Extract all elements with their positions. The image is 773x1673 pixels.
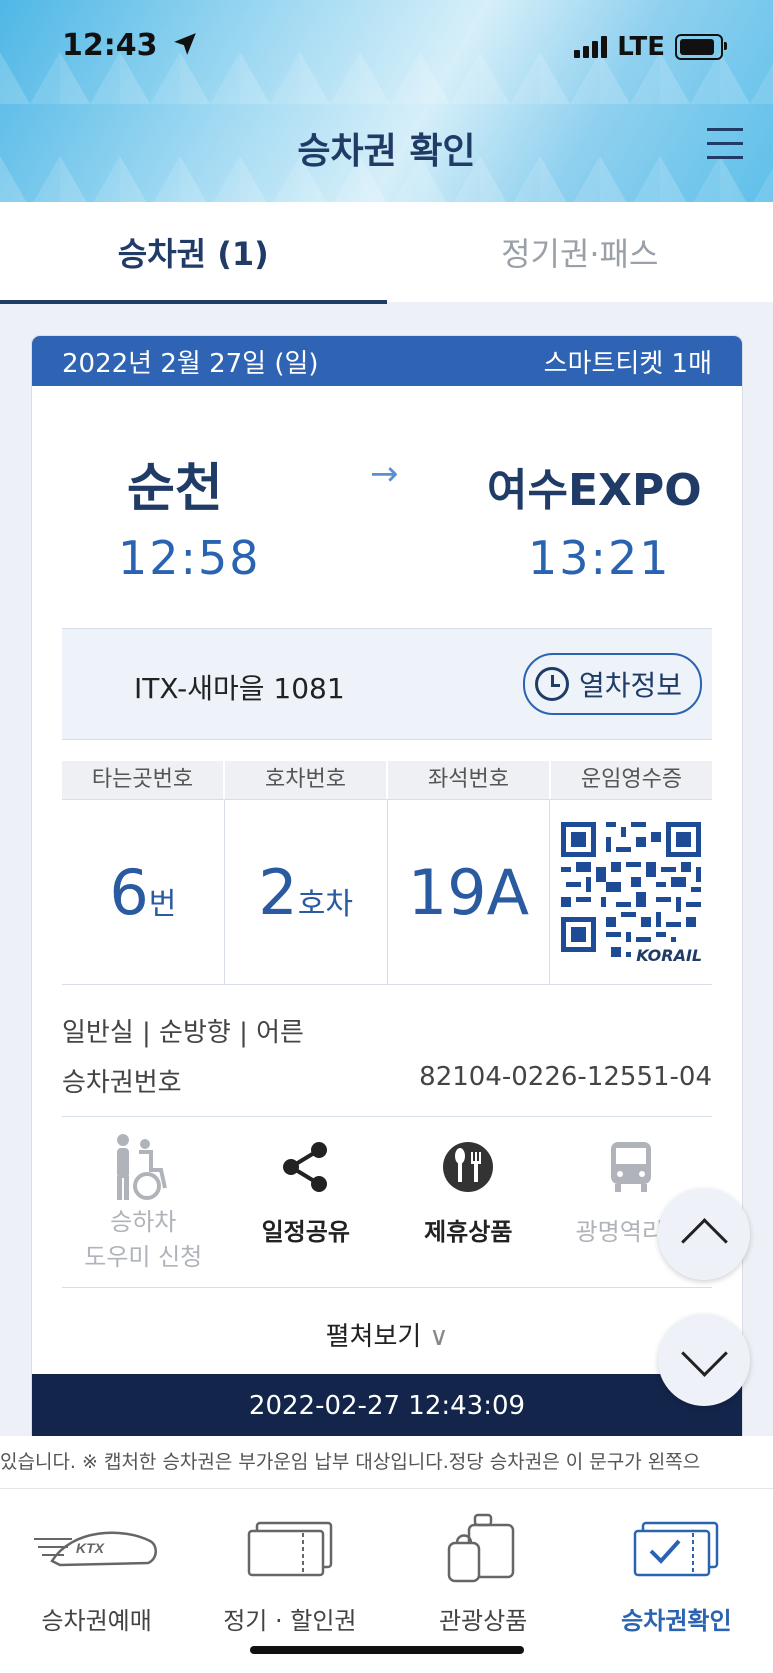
- header-car: 호차번호: [225, 761, 388, 799]
- ktx-train-icon: KTX: [33, 1531, 157, 1567]
- network-label: LTE: [617, 32, 665, 62]
- korail-logo: KORAIL: [634, 946, 705, 965]
- menu-icon[interactable]: [707, 128, 743, 170]
- departure-station: 순천: [127, 459, 223, 519]
- train-info-row: ITX-새마을 1081 열차정보: [62, 628, 712, 740]
- ticket-type: 스마트티켓 1매: [543, 348, 712, 379]
- nav-label: 승차권확인: [621, 1607, 732, 1635]
- tab-tickets[interactable]: 승차권 (1): [0, 202, 387, 304]
- car-number: 2: [258, 855, 298, 929]
- assistance-label-2: 도우미 신청: [84, 1243, 203, 1271]
- ticket-actions: 승하차 도우미 신청 일정공유 제휴상품 광명역리무: [62, 1132, 712, 1271]
- page-title: 승차권 확인: [297, 131, 476, 172]
- scroll-down-button[interactable]: [658, 1314, 750, 1406]
- ticket-number: 82104-0226-12551-04: [419, 1062, 712, 1092]
- chevron-down-icon: [680, 1329, 728, 1377]
- ticket-icon: [247, 1521, 333, 1577]
- train-info-label: 열차정보: [578, 669, 682, 702]
- ticket-card: 2022년 2월 27일 (일) 스마트티켓 1매 순천 → 여수EXPO 12…: [32, 336, 742, 1436]
- header-platform: 타는곳번호: [62, 761, 225, 799]
- arrival-time: 13:21: [528, 531, 671, 585]
- signal-icon: [574, 36, 608, 58]
- nav-label: 승차권예매: [41, 1607, 152, 1635]
- seat-grid-body: 6 번 2 호차 19A KORAIL: [62, 799, 712, 985]
- divider: [62, 1287, 712, 1288]
- nav-ticket-booking[interactable]: KTX 승차권예매: [0, 1489, 193, 1673]
- status-time: 12:43: [62, 28, 198, 63]
- luggage-icon: [447, 1513, 515, 1583]
- platform-unit: 번: [148, 887, 177, 922]
- seat-grid: 타는곳번호 호차번호 좌석번호 운임영수증 6 번 2 호차 19A KORAI…: [62, 761, 712, 985]
- qr-code[interactable]: KORAIL: [556, 817, 707, 967]
- qr-code-graphic: [556, 817, 707, 967]
- car-unit: 호차: [297, 887, 353, 922]
- share-schedule-button[interactable]: 일정공유: [225, 1132, 388, 1262]
- tab-bar: 승차권 (1) 정기권·패스: [0, 202, 773, 304]
- nav-label: 정기 · 할인권: [223, 1607, 357, 1635]
- ticket-header: 2022년 2월 27일 (일) 스마트티켓 1매: [32, 336, 742, 386]
- share-icon: [282, 1142, 327, 1192]
- platform-cell: 6 번: [62, 800, 225, 984]
- arrival-station: 여수EXPO: [487, 465, 702, 516]
- ticket-check-icon: [634, 1521, 719, 1577]
- partner-products-button[interactable]: 제휴상품: [387, 1132, 550, 1262]
- expand-button[interactable]: 펼쳐보기 ∨: [32, 1316, 742, 1353]
- departure-time: 12:58: [118, 531, 261, 585]
- platform-number: 6: [109, 855, 149, 929]
- car-cell: 2 호차: [225, 800, 388, 984]
- header-seat: 좌석번호: [388, 761, 551, 799]
- arrow-right-icon: →: [370, 454, 399, 494]
- scroll-up-button[interactable]: [658, 1188, 750, 1280]
- location-arrow-icon: [174, 33, 196, 55]
- seat-details: 일반실 | 순방향 | 어른: [62, 1018, 304, 1048]
- assistance-label-1: 승하차: [110, 1208, 177, 1236]
- share-label: 일정공유: [261, 1218, 350, 1246]
- receipt-cell[interactable]: KORAIL: [550, 800, 712, 984]
- train-name: ITX-새마을 1081: [134, 672, 345, 705]
- nav-ticket-check[interactable]: 승차권확인: [580, 1489, 773, 1673]
- nav-label: 관광상품: [438, 1607, 528, 1635]
- ticket-date: 2022년 2월 27일 (일): [62, 348, 319, 379]
- seat-number: 19A: [407, 855, 530, 929]
- svg-text:KTX: KTX: [76, 1540, 106, 1556]
- header-receipt: 운임영수증: [580, 767, 683, 792]
- bus-icon: [610, 1142, 651, 1192]
- wheelchair-icon: [117, 1134, 168, 1200]
- divider: [62, 1116, 712, 1117]
- chevron-up-icon: [680, 1217, 728, 1265]
- ticket-timestamp: 2022-02-27 12:43:09: [32, 1374, 742, 1436]
- home-indicator: [250, 1646, 524, 1654]
- partner-label: 제휴상품: [424, 1218, 513, 1246]
- warning-marquee: 있습니다. ※ 캡처한 승차권은 부가운임 납부 대상입니다.정당 승차권은 이…: [0, 1436, 773, 1489]
- seat-cell: 19A: [388, 800, 551, 984]
- train-info-button[interactable]: 열차정보: [522, 653, 702, 715]
- ticket-number-label: 승차권번호: [62, 1068, 182, 1098]
- dining-icon: [443, 1142, 494, 1192]
- battery-icon: [675, 34, 727, 60]
- clock-icon: [534, 667, 569, 701]
- chevron-down-icon: ∨: [429, 1322, 449, 1352]
- assistance-request-button[interactable]: 승하차 도우미 신청: [62, 1132, 225, 1271]
- tab-passes[interactable]: 정기권·패스: [387, 202, 773, 302]
- expand-label: 펼쳐보기: [325, 1322, 422, 1352]
- status-indicators: LTE: [574, 32, 727, 62]
- seat-grid-header: 타는곳번호 호차번호 좌석번호 운임영수증: [62, 761, 712, 799]
